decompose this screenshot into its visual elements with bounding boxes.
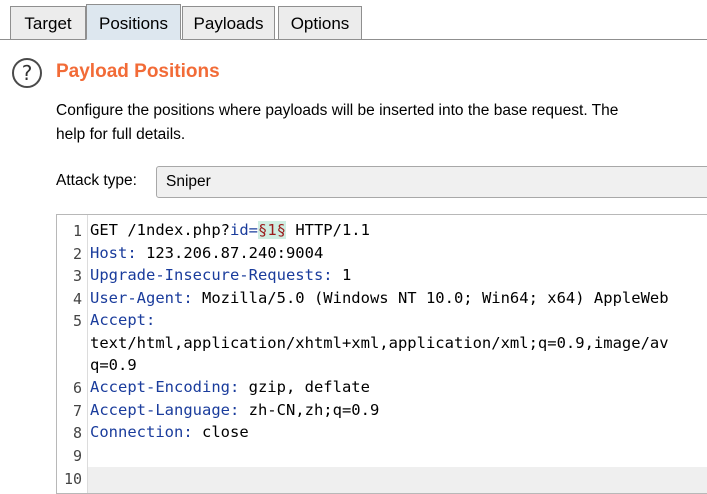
tab-options[interactable]: Options bbox=[278, 6, 362, 39]
request-editor[interactable]: 1 2 3 4 5 6 7 8 9 10 GET /1ndex.php?id=§… bbox=[56, 214, 707, 494]
header-line: Accept-Encoding: gzip, deflate bbox=[90, 378, 370, 396]
header-value: gzip, deflate bbox=[239, 378, 370, 396]
header-name: User-Agent: bbox=[90, 289, 193, 307]
line-number: 7 bbox=[72, 402, 82, 420]
line-number: 10 bbox=[63, 470, 82, 488]
header-value: 123.206.87.240:9004 bbox=[136, 244, 324, 262]
header-line: User-Agent: Mozilla/5.0 (Windows NT 10.0… bbox=[90, 289, 669, 307]
line-number: 8 bbox=[72, 424, 82, 442]
header-name: Host: bbox=[90, 244, 137, 262]
help-icon[interactable]: ? bbox=[12, 58, 42, 88]
current-line-highlight bbox=[88, 467, 707, 493]
header-value: zh-CN,zh;q=0.9 bbox=[239, 401, 380, 419]
section-title: Payload Positions bbox=[56, 61, 220, 82]
tab-bar: Target Positions Payloads Options bbox=[0, 0, 707, 40]
tab-positions[interactable]: Positions bbox=[86, 4, 181, 40]
line-number: 4 bbox=[72, 290, 82, 308]
header-value: Mozilla/5.0 (Windows NT 10.0; Win64; x64… bbox=[192, 289, 669, 307]
header-line: Accept: bbox=[90, 311, 155, 329]
line-number: 5 bbox=[72, 312, 82, 330]
attack-type-label: Attack type: bbox=[56, 172, 137, 189]
header-value-wrapped: q=0.9 bbox=[90, 356, 137, 374]
description-line-2: help for full details. bbox=[56, 126, 186, 143]
header-line: Accept-Language: zh-CN,zh;q=0.9 bbox=[90, 401, 379, 419]
line-number: 1 bbox=[72, 222, 82, 240]
description-line-1: Configure the positions where payloads w… bbox=[56, 102, 619, 119]
header-line: Host: 123.206.87.240:9004 bbox=[90, 244, 323, 262]
header-line: Upgrade-Insecure-Requests: 1 bbox=[90, 266, 351, 284]
section-description: Configure the positions where payloads w… bbox=[56, 99, 707, 147]
header-name: Accept: bbox=[90, 311, 156, 329]
header-name: Accept-Encoding: bbox=[90, 378, 240, 396]
header-value: 1 bbox=[332, 266, 352, 284]
header-line: Connection: close bbox=[90, 423, 249, 441]
line-number-gutter: 1 2 3 4 5 6 7 8 9 10 bbox=[57, 215, 88, 493]
header-value: close bbox=[192, 423, 249, 441]
tab-payloads[interactable]: Payloads bbox=[182, 6, 275, 39]
attack-type-select[interactable]: Sniper bbox=[156, 166, 707, 198]
header-name: Connection: bbox=[90, 423, 193, 441]
request-line: GET /1ndex.php?id=§1§ HTTP/1.1 bbox=[90, 221, 370, 239]
header-name: Upgrade-Insecure-Requests: bbox=[90, 266, 333, 284]
parameter-name: id= bbox=[229, 221, 258, 239]
line-number: 3 bbox=[72, 267, 82, 285]
line-number: 6 bbox=[72, 379, 82, 397]
request-line-text: GET /1ndex.php? bbox=[90, 221, 230, 239]
header-name: Accept-Language: bbox=[90, 401, 240, 419]
header-value-wrapped: text/html,application/xhtml+xml,applicat… bbox=[90, 334, 669, 352]
line-number: 9 bbox=[72, 447, 82, 465]
line-number: 2 bbox=[72, 245, 82, 263]
request-line-version: HTTP/1.1 bbox=[285, 221, 370, 239]
payload-position-marker[interactable]: §1§ bbox=[257, 221, 286, 239]
tab-target[interactable]: Target bbox=[10, 6, 86, 39]
